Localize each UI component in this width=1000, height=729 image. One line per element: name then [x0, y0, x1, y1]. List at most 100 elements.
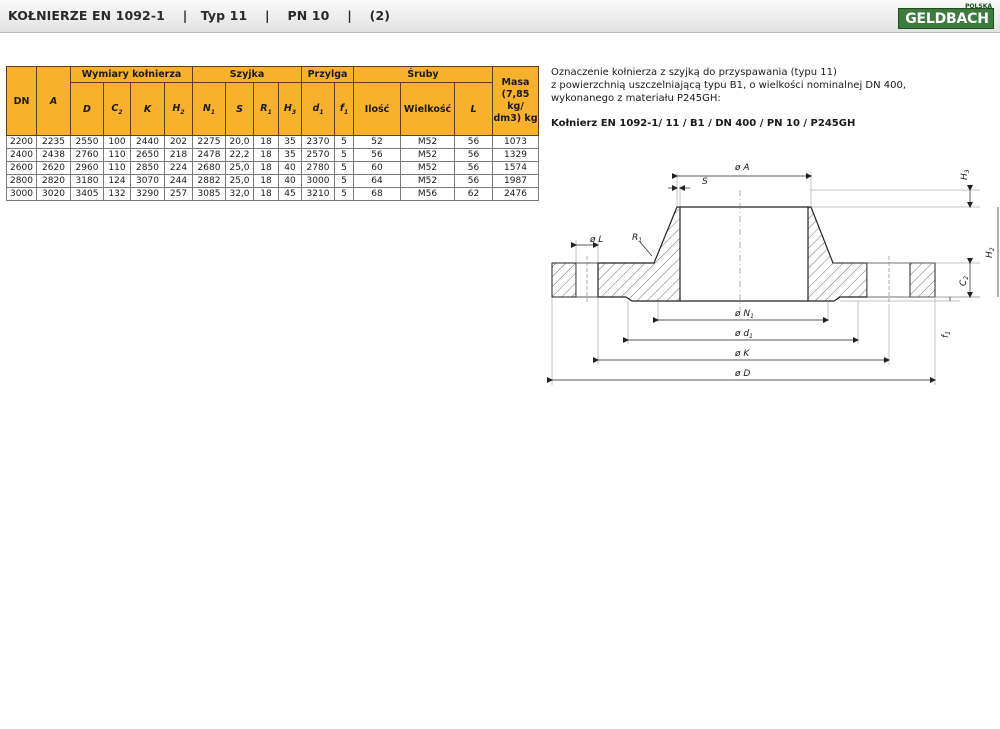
cell-S: 22,2 [225, 148, 254, 162]
cell-C2: 124 [103, 174, 131, 188]
cell-N1: 2275 [192, 135, 226, 149]
cell-masa: 1073 [492, 135, 539, 149]
col-D-header: D [70, 82, 104, 136]
designation-description: Oznaczenie kołnierza z szyjką do przyspa… [551, 66, 906, 130]
cell-C2: 100 [103, 135, 131, 149]
cell-K: 2650 [130, 148, 165, 162]
dim-label-C2: C2 [959, 276, 970, 286]
left-flange-section [551, 262, 577, 298]
col-K-header: K [130, 82, 165, 136]
spec-table-body: 2200 2235 2550 100 2440 202 2275 20,0 18… [6, 135, 539, 201]
cell-dn: 2200 [6, 135, 37, 149]
cell-L: 56 [454, 174, 493, 188]
cell-masa: 1329 [492, 148, 539, 162]
dim-label-H3: H3 [960, 169, 971, 180]
cell-A: 2438 [36, 148, 71, 162]
cell-S: 25,0 [225, 174, 254, 188]
cell-d1: 3000 [301, 174, 335, 188]
cell-f1: 5 [334, 161, 354, 175]
cell-dn: 2600 [6, 161, 37, 175]
col-S-header: S [225, 82, 254, 136]
dim-label-D: ø D [734, 369, 750, 379]
col-A-header: A [36, 66, 71, 136]
designation-code: Kołnierz EN 1092-1/ 11 / B1 / DN 400 / P… [551, 118, 856, 129]
description-line: z powierzchnią uszczelniającą typu B1, o… [551, 80, 907, 91]
dim-label-R1: R1 [632, 233, 642, 244]
dim-label-S: S [702, 177, 708, 187]
table-row: 2200 2235 2550 100 2440 202 2275 20,0 18… [6, 135, 539, 149]
cell-f1: 5 [334, 135, 354, 149]
group-header-row: DN A Wymiary kołnierza Szyjka Przylga Śr… [6, 66, 539, 136]
cell-S: 20,0 [225, 135, 254, 149]
page-title: KOŁNIERZE EN 1092-1 | Typ 11 | PN 10 | (… [8, 8, 391, 23]
cell-K: 3070 [130, 174, 165, 188]
cell-d1: 2570 [301, 148, 335, 162]
cell-N1: 2882 [192, 174, 226, 188]
cell-D: 3180 [70, 174, 104, 188]
col-wielkosc-header: Wielkość [400, 82, 455, 136]
spec-table: DN A Wymiary kołnierza Szyjka Przylga Śr… [6, 66, 539, 201]
dim-label-d1: ø d1 [734, 329, 753, 340]
geldbach-logo: POLSKA GELDBACH [898, 3, 994, 29]
cell-H2: 218 [164, 148, 193, 162]
dim-label-A: ø A [734, 163, 750, 173]
wymiary-header: Wymiary kołnierza [70, 66, 193, 83]
cell-ilosc: 68 [353, 187, 401, 201]
cell-d1: 3210 [301, 187, 335, 201]
cell-L: 56 [454, 135, 493, 149]
cell-K: 3290 [130, 187, 165, 201]
col-f1-header: f1 [334, 82, 354, 136]
col-L-header: L [454, 82, 493, 136]
table-row: 3000 3020 3405 132 3290 257 3085 32,0 18… [6, 187, 539, 201]
cell-L: 62 [454, 187, 493, 201]
dim-label-L: ø L [589, 235, 603, 245]
przylga-header: Przylga [301, 66, 354, 83]
col-H2-header: H2 [164, 82, 193, 136]
masa-header: Masa (7,85 kg/ dm3) kg [492, 66, 539, 136]
cell-H3: 40 [278, 161, 302, 175]
sruby-header: Śruby [353, 66, 493, 83]
cell-C2: 110 [103, 161, 131, 175]
cell-L: 56 [454, 148, 493, 162]
cell-dn: 3000 [6, 187, 37, 201]
table-row: 2600 2620 2960 110 2850 224 2680 25,0 18… [6, 161, 539, 175]
cell-S: 25,0 [225, 161, 254, 175]
cell-C2: 132 [103, 187, 131, 201]
cell-D: 2760 [70, 148, 104, 162]
cell-H2: 224 [164, 161, 193, 175]
cell-H3: 35 [278, 148, 302, 162]
description-line: wykonanego z materiału P245GH: [551, 93, 721, 104]
cell-K: 2440 [130, 135, 165, 149]
cell-N1: 2478 [192, 148, 226, 162]
cell-ilosc: 52 [353, 135, 401, 149]
dn-header: DN [6, 66, 37, 136]
right-flange-bore-gap [866, 262, 911, 298]
cell-S: 32,0 [225, 187, 254, 201]
cell-dn: 2800 [6, 174, 37, 188]
left-flange-body [597, 206, 681, 302]
table-row: 2800 2820 3180 124 3070 244 2882 25,0 18… [6, 174, 539, 188]
cell-A: 2820 [36, 174, 71, 188]
right-flange-body [807, 206, 868, 302]
right-flange-section [909, 262, 936, 298]
cell-D: 2960 [70, 161, 104, 175]
cell-H3: 35 [278, 135, 302, 149]
dim-label-N1: ø N1 [734, 309, 754, 320]
col-ilosc-header: Ilość [353, 82, 401, 136]
cell-H2: 257 [164, 187, 193, 201]
cell-D: 3405 [70, 187, 104, 201]
cell-f1: 5 [334, 187, 354, 201]
cell-wielkosc: M52 [400, 148, 455, 162]
cell-A: 2620 [36, 161, 71, 175]
sub-header-row: D C2 K H2 N1 S R1 H3 d1 f1 Ilość Wielkoś… [7, 82, 539, 136]
cell-K: 2850 [130, 161, 165, 175]
cell-wielkosc: M56 [400, 187, 455, 201]
cell-ilosc: 64 [353, 174, 401, 188]
cell-d1: 2780 [301, 161, 335, 175]
col-C2-header: C2 [103, 82, 131, 136]
dim-label-H2: H2 [985, 247, 996, 258]
col-R1-header: R1 [253, 82, 279, 136]
cell-R1: 18 [253, 161, 279, 175]
cell-D: 2550 [70, 135, 104, 149]
table-row: 2400 2438 2760 110 2650 218 2478 22,2 18… [6, 148, 539, 162]
